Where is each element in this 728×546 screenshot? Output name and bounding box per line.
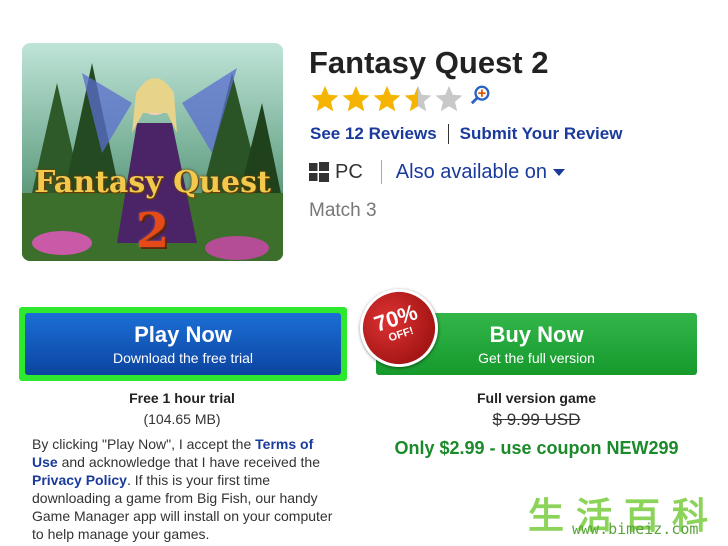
star-empty-icon [435, 85, 463, 112]
coupon-promo: Only $2.99 - use coupon NEW299 [394, 438, 679, 458]
cover-number: 2 [135, 203, 170, 259]
trial-size: (104.65 MB) [143, 411, 221, 427]
star-filled-icon [373, 85, 401, 112]
game-cover-image: Fantasy Quest 2 [22, 43, 283, 261]
genre-label: Match 3 [309, 200, 377, 221]
platform-label: PC [335, 160, 363, 183]
divider [380, 160, 382, 184]
play-now-button[interactable]: Play Now Download the free trial [25, 313, 341, 375]
windows-icon [309, 162, 329, 182]
submit-review-link[interactable]: Submit Your Review [460, 124, 623, 144]
star-rating [309, 84, 492, 114]
legal-text-2: and acknowledge that I have received the [57, 454, 320, 470]
divider [447, 124, 449, 144]
play-now-highlight: Play Now Download the free trial [19, 307, 347, 381]
star-half-icon [404, 85, 432, 112]
review-links: See 12 Reviews Submit Your Review [310, 124, 622, 144]
watermark-url: www.bimeiz.com [572, 520, 699, 538]
original-price: $ 9.99 USD [492, 410, 581, 429]
play-now-sublabel: Download the free trial [112, 350, 254, 366]
chevron-down-icon [553, 168, 566, 176]
privacy-policy-link[interactable]: Privacy Policy [32, 472, 127, 488]
also-available-dropdown[interactable]: Also available on [395, 160, 566, 184]
see-reviews-link[interactable]: See 12 Reviews [310, 124, 437, 144]
platform-row: PC Also available on [309, 160, 566, 184]
legal-text: By clicking "Play Now", I accept the Ter… [32, 435, 338, 543]
star-filled-icon [342, 85, 370, 112]
legal-text-1: By clicking "Play Now", I accept the [32, 436, 256, 452]
also-available-label: Also available on [395, 160, 548, 183]
watermark: 生活百科 www.bimeiz.com [520, 487, 725, 542]
game-title: Fantasy Quest 2 [309, 45, 549, 80]
cover-title: Fantasy Quest [34, 165, 271, 200]
play-now-label: Play Now [134, 322, 232, 347]
trial-heading: Free 1 hour trial [129, 390, 235, 406]
zoom-in-icon[interactable] [470, 84, 492, 106]
star-filled-icon [311, 85, 339, 112]
full-version-heading: Full version game [476, 390, 597, 406]
